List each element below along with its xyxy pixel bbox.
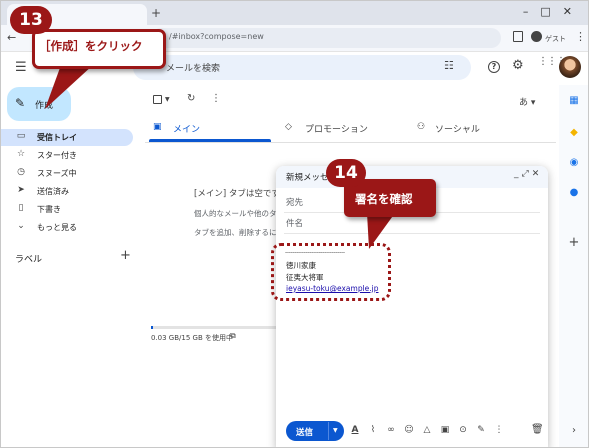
input-mode-indicator[interactable]: あ ▾ [519, 95, 535, 108]
clock-icon: ◷ [17, 167, 25, 177]
avatar[interactable] [559, 56, 581, 78]
settings-gear-icon[interactable]: ⚙ [512, 58, 524, 73]
keep-icon[interactable]: ◆ [567, 127, 581, 138]
search-options-icon[interactable]: ☷ [444, 59, 454, 72]
storage-bar-fill [151, 326, 153, 329]
more-options-icon[interactable]: ⋮ [211, 93, 221, 104]
photo-icon[interactable]: ▣ [439, 425, 451, 435]
tab-promotions-label: プロモーション [305, 125, 368, 135]
people-icon: ⚇ [417, 122, 426, 132]
refresh-icon[interactable]: ↻ [187, 93, 195, 104]
signature-pen-icon[interactable]: ✎ [475, 425, 487, 435]
compose-title: 新規メッセ [286, 173, 329, 183]
browser-menu-icon[interactable]: ⋮ [575, 30, 586, 43]
emoji-icon[interactable]: ☺ [403, 425, 415, 435]
link-icon[interactable]: ∞ [385, 425, 397, 435]
empty-state-text: 個人的なメールや他のタ [194, 209, 277, 218]
send-icon: ➤ [17, 185, 25, 195]
drive-icon[interactable]: △ [421, 425, 433, 435]
compose-window-controls[interactable]: _⤢✕ [514, 169, 542, 179]
storage-usage-text: 0.03 GB/15 GB を使用中 [151, 334, 233, 342]
field-divider [284, 233, 540, 234]
sidebar-item-label: もっと見る [37, 223, 77, 232]
guest-profile-icon[interactable] [531, 31, 542, 42]
star-icon: ☆ [16, 149, 26, 159]
subject-field[interactable]: 件名 [286, 217, 303, 229]
sidebar-item-more[interactable]: ⌄ もっと見る [1, 219, 133, 236]
annotation-arrow-14 [367, 213, 395, 249]
draft-icon: ▯ [18, 203, 24, 213]
confidential-lock-icon[interactable]: ⊙ [457, 425, 469, 435]
tasks-icon[interactable]: ◉ [567, 157, 581, 168]
bookmark-icon[interactable] [513, 31, 523, 42]
new-tab-icon[interactable]: + [151, 6, 161, 20]
tag-icon: ◇ [285, 122, 292, 132]
help-icon[interactable]: ? [488, 61, 500, 73]
labels-heading: ラベル [15, 255, 43, 265]
select-all-checkbox[interactable] [153, 95, 162, 104]
annotation-text-14: 署名を確認 [355, 192, 413, 206]
empty-state-title: [メイン] タブは空です [194, 189, 280, 199]
inbox-icon: ▣ [153, 122, 162, 132]
sidebar-item-drafts[interactable]: ▯ 下書き [1, 201, 133, 218]
annotation-arrow-13 [45, 65, 93, 109]
tab-social-label: ソーシャル [435, 125, 480, 135]
sidebar-item-sent[interactable]: ➤ 送信済み [1, 183, 133, 200]
annotation-step-badge-13: 13 [10, 6, 52, 34]
sidebar-item-inbox[interactable]: ▭ 受信トレイ [1, 129, 133, 146]
tab-promotions[interactable]: ◇ プロモーション [283, 117, 405, 141]
sidebar-item-label: 下書き [37, 205, 61, 214]
side-panel-rail [559, 85, 588, 447]
add-addon-icon[interactable]: + [567, 235, 581, 250]
contacts-icon[interactable]: ● [567, 187, 581, 198]
sidebar-item-label: 受信トレイ [37, 133, 77, 142]
annotation-text-13: ［作成］をクリック [39, 39, 143, 53]
sidebar-item-starred[interactable]: ☆ スター付き [1, 147, 133, 164]
send-options-icon[interactable]: ▼ [333, 427, 338, 434]
attach-icon[interactable]: ⌇ [367, 425, 379, 435]
tab-primary[interactable]: ▣ メイン [149, 117, 271, 141]
url-text: /#inbox?compose=new [169, 32, 264, 41]
sidebar-item-label: 送信済み [37, 187, 69, 196]
pencil-icon: ✎ [15, 96, 26, 110]
discard-draft-icon[interactable]: 🗑 [531, 424, 544, 435]
chevron-down-icon: ⌄ [17, 221, 25, 231]
tab-social[interactable]: ⚇ ソーシャル [415, 117, 537, 141]
search-input[interactable]: メールを検索 [166, 61, 220, 74]
to-field[interactable]: 宛先 [286, 196, 303, 208]
more-options-icon[interactable]: ⋮ [493, 425, 505, 435]
calendar-icon[interactable]: ▦ [567, 95, 581, 106]
sidebar-item-label: スヌーズ中 [37, 169, 77, 178]
back-icon[interactable]: ← [7, 31, 16, 44]
annotation-step-badge-14: 14 [326, 159, 366, 187]
sidebar-item-label: スター付き [37, 151, 77, 160]
guest-profile-label[interactable]: ゲスト [545, 34, 566, 44]
tabs-divider [145, 142, 556, 143]
select-menu-caret-icon[interactable]: ▼ [165, 96, 170, 103]
inbox-icon: ▭ [16, 131, 26, 141]
collapse-panel-icon[interactable]: › [567, 425, 581, 436]
add-label-icon[interactable]: + [120, 248, 131, 263]
storage-bar [151, 326, 281, 329]
send-button-divider [328, 422, 329, 440]
main-menu-icon[interactable]: ☰ [15, 60, 27, 75]
empty-state-text: タブを追加、削除するに [194, 228, 277, 237]
formatting-icon[interactable]: A [349, 425, 361, 435]
send-button-label: 送信 [296, 428, 314, 438]
tab-primary-label: メイン [173, 125, 201, 135]
window-controls[interactable]: –□✕ [523, 5, 584, 18]
browser-window: + –□✕ ← /#inbox?compose=new ゲスト ⋮ ☰ メールを… [0, 0, 589, 448]
input-mode-label: あ [519, 98, 529, 108]
sidebar-item-snoozed[interactable]: ◷ スヌーズ中 [1, 165, 133, 182]
open-external-icon[interactable]: ⧉ [230, 331, 236, 341]
